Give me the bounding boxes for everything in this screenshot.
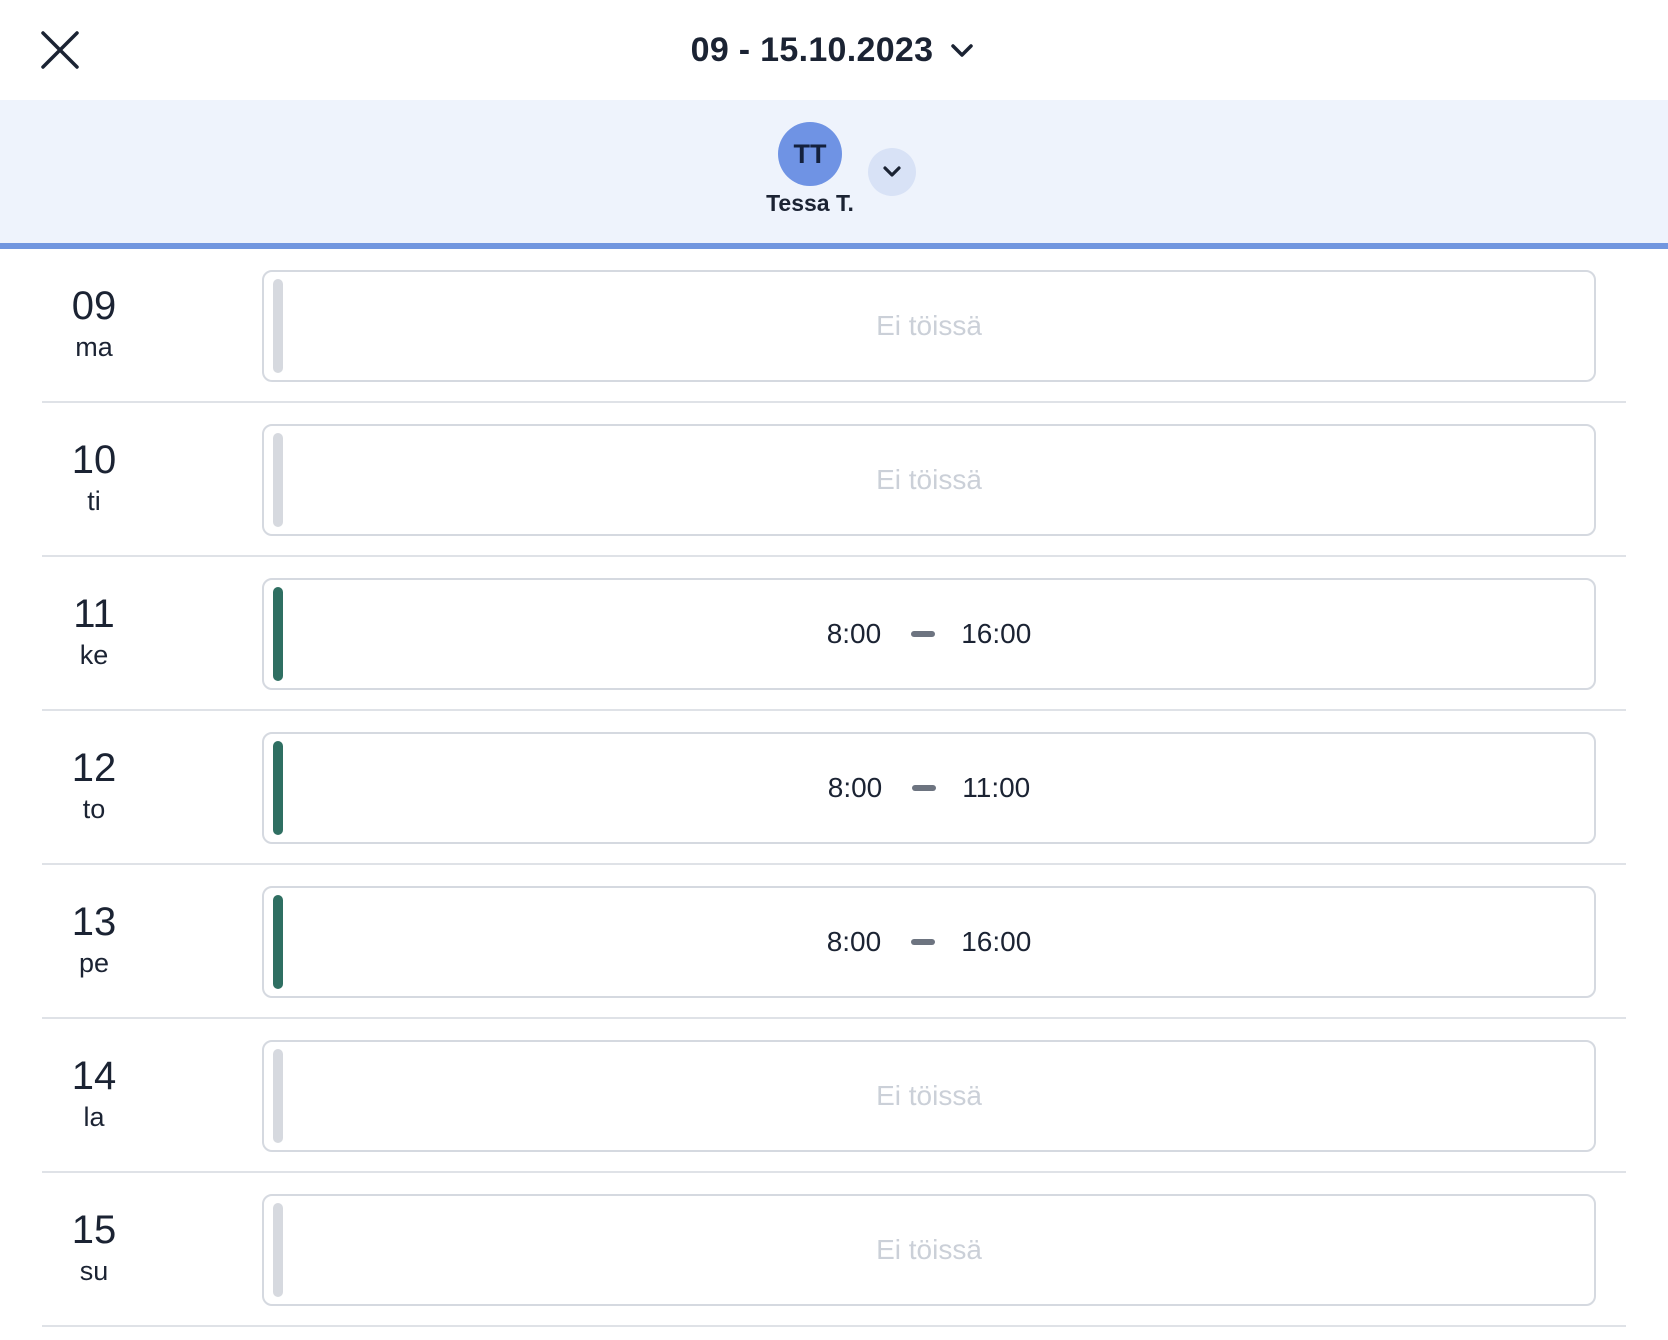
day-row: 11 ke 8:00 16:00	[42, 557, 1626, 711]
day-label: 14 la	[42, 1019, 146, 1171]
day-name: to	[82, 794, 106, 824]
shift-time: 8:00 16:00	[264, 888, 1594, 996]
day-label: 13 pe	[42, 865, 146, 1017]
person-bar: TT Tessa T.	[0, 100, 1668, 249]
day-name: pe	[78, 948, 110, 978]
day-row: 09 ma Ei töissä	[42, 249, 1626, 403]
day-number: 13	[71, 900, 117, 944]
shift-end: 11:00	[962, 772, 1031, 803]
day-row: 10 ti Ei töissä	[42, 403, 1626, 557]
person-name: Tessa T.	[766, 190, 854, 216]
shift-start: 8:00	[827, 772, 883, 803]
person-selector[interactable]: TT Tessa T.	[758, 122, 862, 217]
shift-start: 8:00	[826, 926, 882, 957]
chevron-down-icon	[883, 166, 901, 177]
shift-off-text: Ei töissä	[876, 1234, 982, 1265]
day-number: 14	[71, 1054, 117, 1098]
avatar: TT	[778, 122, 842, 186]
shift-time: 8:00 16:00	[264, 580, 1594, 688]
day-number: 10	[71, 438, 117, 482]
day-label: 09 ma	[42, 249, 146, 401]
shift-card[interactable]: Ei töissä	[262, 270, 1596, 382]
day-label: 11 ke	[42, 557, 146, 709]
day-name: ti	[87, 486, 101, 516]
day-number: 11	[73, 592, 115, 636]
dash-icon	[911, 631, 936, 637]
day-list: 09 ma Ei töissä 10 ti Ei töissä 11 ke 8:…	[0, 249, 1668, 1327]
dash-icon	[912, 785, 937, 791]
person-dropdown-button[interactable]	[868, 148, 916, 196]
shift-end: 16:00	[961, 926, 1032, 957]
day-number: 09	[71, 284, 117, 328]
day-number: 15	[71, 1208, 117, 1252]
shift-time: 8:00 11:00	[264, 734, 1594, 842]
chevron-down-icon	[951, 44, 974, 57]
day-row: 14 la Ei töissä	[42, 1019, 1626, 1173]
day-name: la	[83, 1102, 105, 1132]
day-label: 12 to	[42, 711, 146, 863]
dash-icon	[911, 939, 936, 945]
day-row: 12 to 8:00 11:00	[42, 711, 1626, 865]
day-number: 12	[71, 746, 117, 790]
day-name: su	[79, 1256, 109, 1286]
shift-off-text: Ei töissä	[876, 310, 982, 341]
day-name: ma	[75, 332, 113, 362]
shift-card[interactable]: Ei töissä	[262, 1040, 1596, 1152]
day-name: ke	[79, 640, 109, 670]
day-label: 10 ti	[42, 403, 146, 555]
shift-off-text: Ei töissä	[876, 1080, 982, 1111]
shift-off-text: Ei töissä	[876, 464, 982, 495]
shift-start: 8:00	[826, 618, 882, 649]
shift-card[interactable]: 8:00 11:00	[262, 732, 1596, 844]
date-range-selector[interactable]: 09 - 15.10.2023	[0, 26, 1668, 74]
day-label: 15 su	[42, 1173, 146, 1325]
shift-card[interactable]: Ei töissä	[262, 1194, 1596, 1306]
shift-card[interactable]: 8:00 16:00	[262, 886, 1596, 998]
date-range-label: 09 - 15.10.2023	[690, 30, 934, 69]
shift-card[interactable]: 8:00 16:00	[262, 578, 1596, 690]
shift-end: 16:00	[961, 618, 1032, 649]
day-row: 15 su Ei töissä	[42, 1173, 1626, 1327]
top-bar: 09 - 15.10.2023	[0, 0, 1668, 100]
day-row: 13 pe 8:00 16:00	[42, 865, 1626, 1019]
shift-card[interactable]: Ei töissä	[262, 424, 1596, 536]
